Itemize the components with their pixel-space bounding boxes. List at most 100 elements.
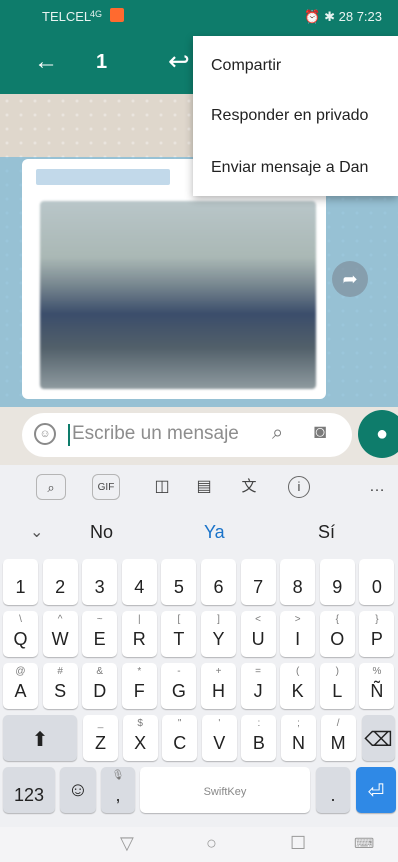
key-j[interactable]: = J: [240, 663, 276, 709]
key-a[interactable]: @ A: [3, 663, 38, 709]
key-f[interactable]: * F: [121, 663, 157, 709]
translate-icon[interactable]: 文: [236, 474, 262, 500]
key-x[interactable]: $ X: [122, 715, 158, 761]
message-photo[interactable]: [40, 201, 316, 389]
camera-icon[interactable]: ◙: [314, 421, 326, 444]
sticker-icon[interactable]: ◫: [150, 474, 174, 500]
suggestion-1[interactable]: No: [90, 522, 113, 543]
key-0-label: 0: [371, 577, 382, 597]
key-c[interactable]: " C: [162, 715, 198, 761]
key-ñ[interactable]: % Ñ: [359, 663, 395, 709]
arrow-left-icon[interactable]: ←: [34, 48, 58, 76]
key-1-label: 1: [15, 577, 26, 597]
numbers-key[interactable]: 123: [3, 767, 55, 813]
emoji-key[interactable]: ☺: [60, 767, 96, 813]
key-3[interactable]: 3: [82, 559, 118, 605]
reply-icon[interactable]: ↩: [168, 46, 190, 77]
key-8-label: 8: [292, 577, 303, 597]
key-v-label: V: [213, 733, 226, 753]
key-n[interactable]: ; N: [281, 715, 316, 761]
key-g[interactable]: -G: [161, 663, 197, 709]
more-icon[interactable]: …: [366, 474, 388, 500]
menu-item-message-dan[interactable]: Enviar mensaje a Dan: [193, 141, 398, 194]
key-j-alt: =: [255, 666, 262, 677]
key-y[interactable]: ] Y: [201, 611, 236, 657]
key-l-alt: ): [335, 666, 339, 677]
key-l[interactable]: ) L: [319, 663, 355, 709]
key-i[interactable]: > I: [280, 611, 316, 657]
key-o[interactable]: {O: [319, 611, 355, 657]
forward-icon[interactable]: ➦: [332, 261, 368, 297]
info-icon[interactable]: i: [288, 476, 310, 498]
comma-key[interactable]: 🎙,: [101, 767, 135, 813]
key-b[interactable]: :B: [241, 715, 277, 761]
key-5-label: 5: [173, 577, 184, 597]
key-h[interactable]: + H: [201, 663, 236, 709]
key-0[interactable]: 0: [359, 559, 395, 605]
key-4-label: 4: [134, 577, 145, 597]
key-p[interactable]: } P: [359, 611, 395, 657]
search-icon[interactable]: ⌕: [36, 474, 66, 500]
microphone-icon[interactable]: ●: [358, 410, 398, 458]
key-z-alt: _: [97, 718, 104, 729]
enter-icon: ⏎: [367, 781, 385, 803]
key-6[interactable]: 6: [201, 559, 236, 605]
key-m-label: M: [330, 733, 346, 753]
menu-item-share[interactable]: Compartir: [193, 39, 398, 92]
key-5[interactable]: 5: [161, 559, 197, 605]
key-m[interactable]: / M: [320, 715, 356, 761]
key-4[interactable]: 4: [121, 559, 157, 605]
key-7[interactable]: 7: [240, 559, 276, 605]
keyboard-icon[interactable]: ⌨: [354, 835, 374, 852]
clipboard-icon[interactable]: ▤: [192, 474, 216, 500]
key-t[interactable]: [T: [161, 611, 197, 657]
key-2[interactable]: 2: [42, 559, 78, 605]
message-input[interactable]: ☺ Escribe un mensaje ⌕ ◙: [22, 413, 352, 457]
status-right: ⏰ ✱ 28 7:23: [304, 9, 382, 24]
key-f-label: F: [133, 681, 145, 701]
key-d[interactable]: & D: [82, 663, 118, 709]
emoji-icon[interactable]: ☺: [34, 423, 56, 445]
back-triangle-icon[interactable]: ▽: [120, 833, 134, 854]
key-v[interactable]: ' V: [201, 715, 237, 761]
key-u[interactable]: < U: [240, 611, 276, 657]
key-s[interactable]: # S: [42, 663, 78, 709]
key-w[interactable]: ^ W: [42, 611, 78, 657]
enter-key[interactable]: ⏎: [356, 767, 396, 813]
period-key[interactable]: .: [316, 767, 350, 813]
key-p-label: P: [370, 629, 383, 649]
numbers-key-label: 123: [13, 785, 45, 805]
space-key[interactable]: SwiftKey: [140, 767, 310, 813]
gif-button[interactable]: GIF: [92, 474, 120, 500]
suggestion-2[interactable]: Ya: [204, 522, 225, 543]
key-8[interactable]: 8: [280, 559, 316, 605]
key-y-label: Y: [212, 629, 225, 649]
key-1[interactable]: 1: [3, 559, 38, 605]
key-e-alt: ~: [96, 614, 103, 625]
key-q[interactable]: \ Q: [3, 611, 38, 657]
shift-key[interactable]: ⬆: [3, 715, 77, 761]
key-j-label: J: [253, 681, 263, 701]
key-z[interactable]: _ Z: [83, 715, 118, 761]
key-i-alt: >: [294, 614, 301, 625]
key-9[interactable]: 9: [319, 559, 355, 605]
suggestion-3[interactable]: Sí: [318, 522, 335, 543]
home-circle-icon[interactable]: ○: [206, 833, 217, 854]
key-g-label: G: [171, 681, 186, 701]
backspace-key[interactable]: ⌫: [362, 715, 395, 761]
key-r[interactable]: | R: [121, 611, 157, 657]
key-w-alt: ^: [57, 614, 63, 625]
key-2-label: 2: [55, 577, 66, 597]
key-l-label: L: [332, 681, 343, 701]
key-a-label: A: [14, 681, 27, 701]
key-6-label: 6: [213, 577, 224, 597]
key-3-label: 3: [94, 577, 105, 597]
collapse-icon[interactable]: ⌄: [30, 522, 43, 542]
attach-icon[interactable]: ⌕: [272, 422, 283, 445]
key-c-alt: ": [177, 718, 182, 729]
recents-square-icon[interactable]: ☐: [290, 833, 306, 854]
key-e[interactable]: ~ E: [82, 611, 118, 657]
menu-item-reply-private[interactable]: Responder en privado: [193, 89, 398, 142]
key-y-alt: ]: [217, 614, 220, 625]
key-k[interactable]: (K: [280, 663, 316, 709]
